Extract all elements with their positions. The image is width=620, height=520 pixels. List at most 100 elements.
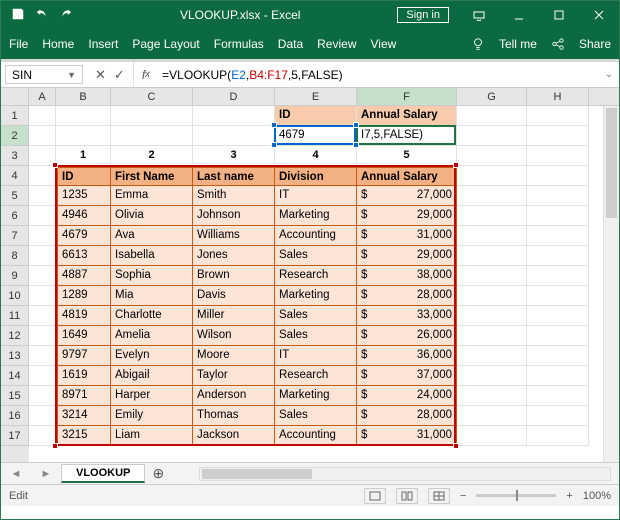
sign-in-button[interactable]: Sign in [397,7,449,23]
tab-page-layout[interactable]: Page Layout [132,37,199,51]
row-header[interactable]: 12 [1,326,29,346]
expand-formula-icon[interactable]: ⌄ [599,62,619,87]
cell[interactable]: Annual Salary [357,166,457,186]
cell[interactable] [527,106,589,126]
cell[interactable]: 1619 [56,366,111,386]
cell[interactable]: Sales [275,406,357,426]
cell[interactable] [527,386,589,406]
cell[interactable] [457,186,527,206]
cell[interactable] [111,106,193,126]
cells-grid[interactable]: IDAnnual Salary4679I7,5,FALSE)12345IDFir… [29,106,591,462]
cell[interactable]: 1649 [56,326,111,346]
cell[interactable] [527,426,589,446]
cell[interactable] [29,126,56,146]
row-header[interactable]: 10 [1,286,29,306]
col-header[interactable]: C [111,88,193,105]
cell[interactable]: Miller [193,306,275,326]
cell[interactable] [29,246,56,266]
cell[interactable]: Accounting [275,426,357,446]
cell[interactable] [527,166,589,186]
cell[interactable] [527,266,589,286]
row-header[interactable]: 15 [1,386,29,406]
cell[interactable] [56,106,111,126]
cell[interactable]: $31,000 [357,226,457,246]
cell[interactable] [29,346,56,366]
cell[interactable] [527,406,589,426]
cell[interactable] [29,386,56,406]
cell[interactable] [457,206,527,226]
cell[interactable]: Olivia [111,206,193,226]
row-header[interactable]: 8 [1,246,29,266]
cell[interactable] [527,286,589,306]
cell[interactable]: Last name [193,166,275,186]
row-header[interactable]: 3 [1,146,29,166]
cell[interactable] [29,166,56,186]
col-header[interactable]: H [527,88,589,105]
cell[interactable]: 4946 [56,206,111,226]
cell[interactable]: 3214 [56,406,111,426]
cell[interactable] [56,126,111,146]
cell[interactable]: Abigail [111,366,193,386]
row-header[interactable]: 14 [1,366,29,386]
cell[interactable]: Research [275,266,357,286]
cell[interactable] [457,166,527,186]
cell[interactable] [457,126,527,146]
vertical-scrollbar[interactable] [603,106,619,462]
cell[interactable] [29,326,56,346]
tab-review[interactable]: Review [317,37,356,51]
cell[interactable]: IT [275,186,357,206]
cell[interactable] [527,346,589,366]
col-header[interactable]: D [193,88,275,105]
undo-icon[interactable] [35,7,49,24]
cell[interactable]: 1289 [56,286,111,306]
cell[interactable] [29,366,56,386]
cell[interactable]: Ava [111,226,193,246]
cell[interactable]: Sophia [111,266,193,286]
row-header[interactable]: 2 [1,126,29,146]
cell[interactable]: $33,000 [357,306,457,326]
save-icon[interactable] [11,7,25,24]
cell[interactable] [457,306,527,326]
cell[interactable]: 9797 [56,346,111,366]
cell[interactable]: $38,000 [357,266,457,286]
cell[interactable] [457,366,527,386]
cell[interactable]: 8971 [56,386,111,406]
cell[interactable]: $29,000 [357,206,457,226]
cell[interactable] [527,126,589,146]
row-header[interactable]: 4 [1,166,29,186]
tab-view[interactable]: View [371,37,397,51]
cell[interactable]: $36,000 [357,346,457,366]
cell[interactable] [193,126,275,146]
tab-file[interactable]: File [9,37,28,51]
cell[interactable]: Jones [193,246,275,266]
cell[interactable] [457,146,527,166]
cell[interactable]: Annual Salary [357,106,457,126]
cell[interactable]: Anderson [193,386,275,406]
tab-formulas[interactable]: Formulas [214,37,264,51]
cell[interactable]: $29,000 [357,246,457,266]
tab-data[interactable]: Data [278,37,303,51]
cell[interactable] [527,226,589,246]
cell[interactable] [527,186,589,206]
zoom-level[interactable]: 100% [583,490,611,502]
cell[interactable]: 5 [357,146,457,166]
cell[interactable] [29,226,56,246]
row-header[interactable]: 9 [1,266,29,286]
cell[interactable]: $28,000 [357,286,457,306]
cell[interactable] [457,406,527,426]
cell[interactable]: 4679 [275,126,357,146]
cell[interactable] [29,306,56,326]
cell[interactable]: First Name [111,166,193,186]
cell[interactable] [29,406,56,426]
cell[interactable]: Marketing [275,206,357,226]
cell[interactable]: Sales [275,306,357,326]
cell[interactable]: 3 [193,146,275,166]
cell[interactable]: Harper [111,386,193,406]
cell[interactable]: IT [275,346,357,366]
cell[interactable] [457,266,527,286]
cell[interactable] [29,286,56,306]
col-header[interactable]: A [29,88,56,105]
fx-icon[interactable]: fx [134,62,158,87]
cell[interactable]: Williams [193,226,275,246]
cell[interactable] [457,226,527,246]
